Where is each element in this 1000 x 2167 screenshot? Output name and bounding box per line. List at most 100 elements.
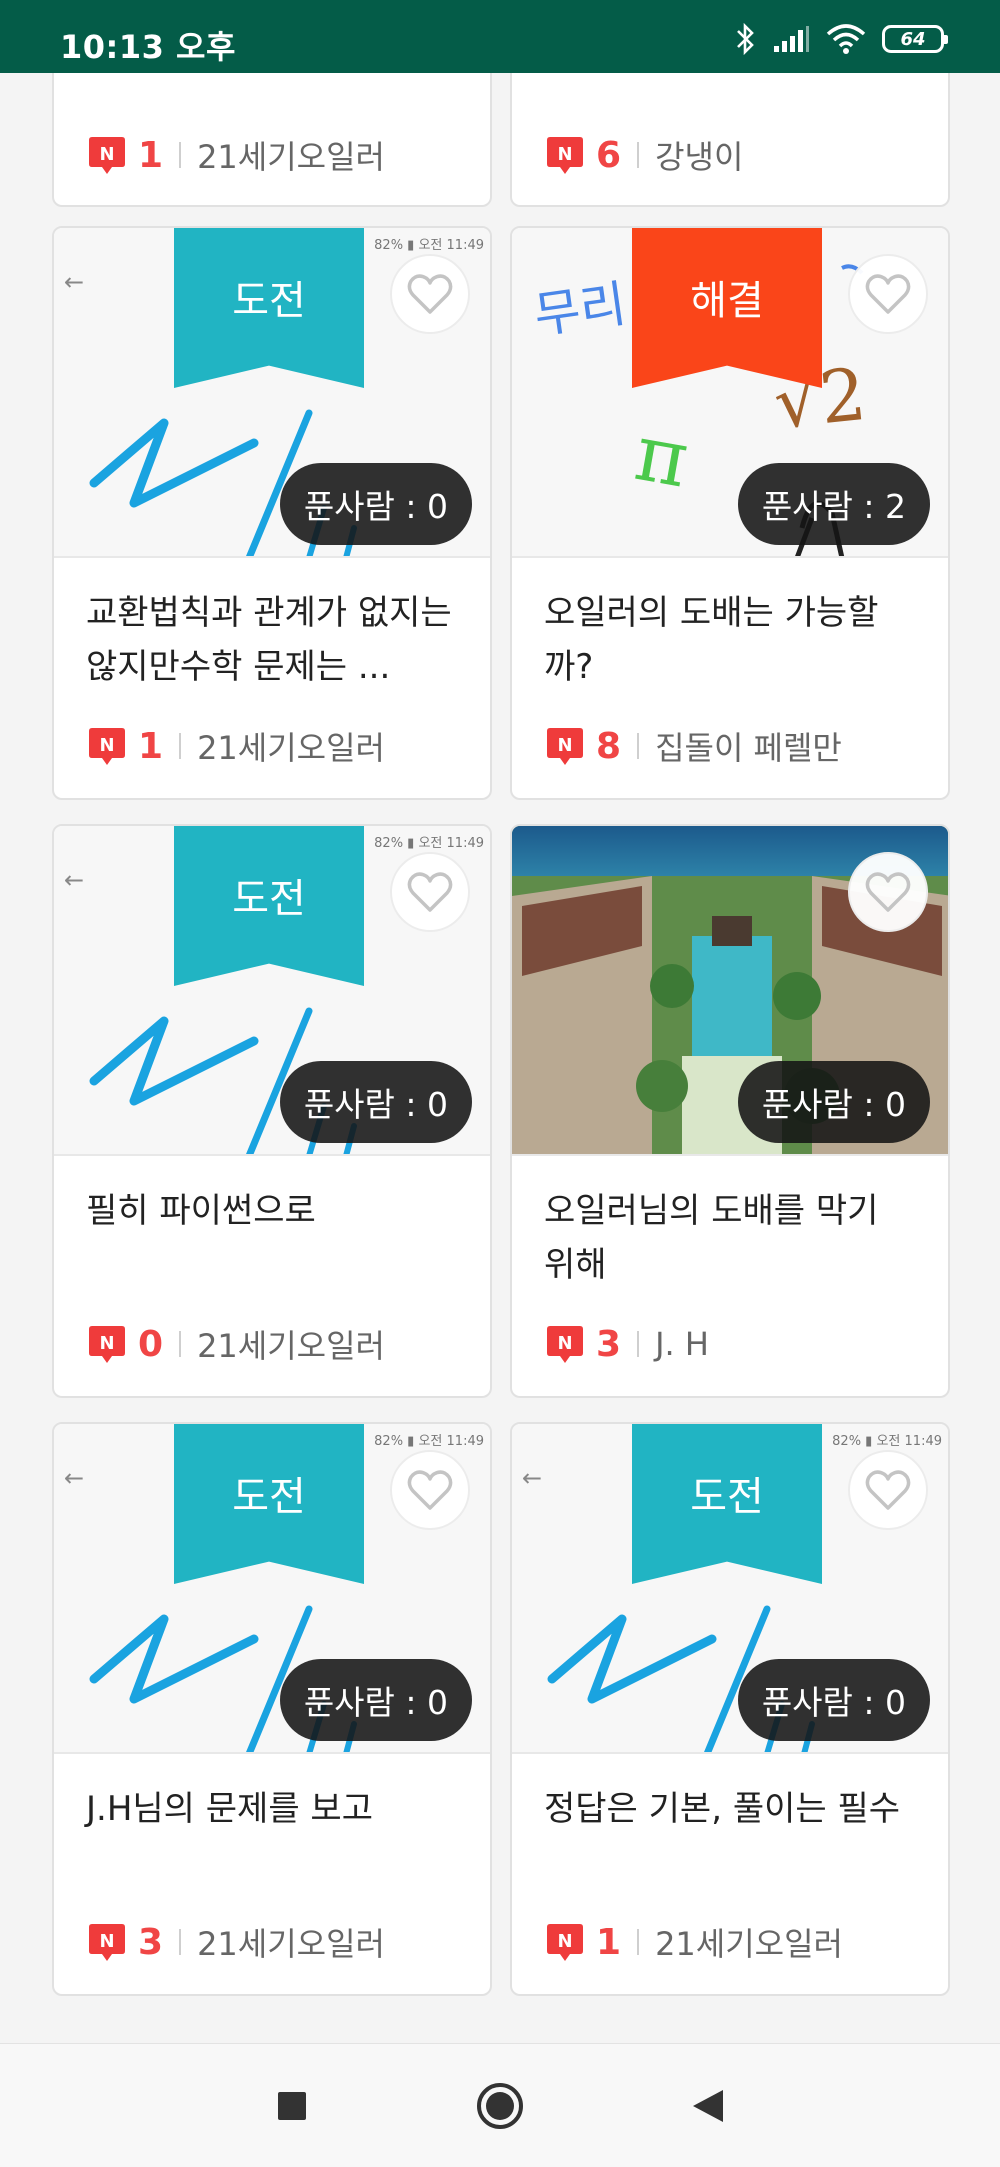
wifi-icon: [826, 24, 866, 54]
comment-count: 3: [138, 1921, 164, 1963]
divider: [637, 1929, 640, 1955]
card-meta: N 1 21세기오일러: [86, 722, 385, 770]
heart-button[interactable]: [848, 852, 928, 932]
solved-ribbon: 해결: [632, 228, 822, 388]
signal-icon: [774, 26, 809, 52]
card-meta: N 3 J. H: [544, 1320, 709, 1368]
post-thumbnail[interactable]: 82% ▮ 오전 11:49 ← 도전 푼사람 : 0: [512, 1424, 948, 1754]
challenge-ribbon: 도전: [174, 826, 364, 986]
challenge-ribbon: 도전: [174, 1424, 364, 1584]
comment-count: 1: [138, 134, 164, 176]
solver-count-badge: 푼사람 : 0: [279, 463, 472, 545]
svg-text:N: N: [99, 144, 114, 165]
divider: [179, 1331, 182, 1357]
svg-text:N: N: [99, 1931, 114, 1952]
author-name[interactable]: J. H: [655, 1325, 709, 1363]
status-icons: 64: [734, 22, 948, 56]
new-badge-icon: N: [544, 1921, 586, 1963]
post-thumbnail[interactable]: 82% ▮ 오전 11:49 ← 도전 푼사람 : 0: [54, 1424, 490, 1754]
solver-count-badge: 푼사람 : 0: [737, 1061, 930, 1143]
author-name[interactable]: 집돌이 페렐만: [655, 723, 842, 769]
new-badge-icon: N: [86, 134, 128, 176]
divider: [179, 142, 182, 168]
post-thumbnail[interactable]: 무리 π √2 해결 푼사람 : 2: [512, 228, 948, 558]
card-meta: N 0 21세기오일러: [86, 1320, 385, 1368]
author-name[interactable]: 21세기오일러: [197, 723, 385, 769]
post-card[interactable]: 82% ▮ 오전 11:49 ← 도전 푼사람 : 0 J.H님의 문제를 보고…: [52, 1422, 492, 1996]
heart-outline-icon: [407, 1470, 453, 1510]
new-badge-icon: N: [544, 134, 586, 176]
svg-text:N: N: [99, 735, 114, 756]
heart-button[interactable]: [390, 1450, 470, 1530]
divider: [179, 1929, 182, 1955]
system-nav-bar: [0, 2043, 1000, 2167]
post-thumbnail[interactable]: 82% ▮ 오전 11:49 ← 도전 푼사람 : 0: [54, 228, 490, 558]
card-meta: N 1 21세기오일러: [544, 1918, 843, 1966]
post-title[interactable]: 교환법칙과 관계가 없지는 않지만수학 문제는 ...: [54, 586, 490, 706]
heart-button[interactable]: [390, 852, 470, 932]
square-icon: [278, 2092, 306, 2120]
math-word: π: [629, 408, 695, 506]
post-thumbnail[interactable]: 82% ▮ 오전 11:49 ← 도전 푼사람 : 0: [54, 826, 490, 1156]
post-card[interactable]: 82% ▮ 오전 11:49 ← 도전 푼사람 : 0 교환법칙과 관계가 없지…: [52, 226, 492, 800]
post-title[interactable]: 오일러님의 도배를 막기 위해: [512, 1184, 948, 1304]
status-time: 10:13 오후: [60, 28, 236, 66]
recents-button[interactable]: [260, 2074, 324, 2138]
author-name[interactable]: 21세기오일러: [197, 1919, 385, 1965]
comment-count: 1: [138, 725, 164, 767]
svg-text:N: N: [557, 1931, 572, 1952]
svg-text:N: N: [557, 1333, 572, 1354]
heart-button[interactable]: [848, 254, 928, 334]
heart-outline-icon: [865, 872, 911, 912]
back-button[interactable]: [676, 2074, 740, 2138]
author-name[interactable]: 21세기오일러: [197, 132, 385, 178]
card-meta: N 1 21세기오일러: [86, 131, 385, 179]
divider: [637, 733, 640, 759]
solver-count-badge: 푼사람 : 0: [737, 1659, 930, 1741]
author-name[interactable]: 21세기오일러: [197, 1321, 385, 1367]
divider: [637, 1331, 640, 1357]
heart-outline-icon: [407, 872, 453, 912]
post-card[interactable]: 푼사람 : 0 오일러님의 도배를 막기 위해 N 3 J. H: [510, 824, 950, 1398]
comment-count: 6: [596, 134, 622, 176]
author-name[interactable]: 21세기오일러: [655, 1919, 843, 1965]
math-word: 무리: [531, 275, 630, 345]
post-title[interactable]: J.H님의 문제를 보고: [54, 1782, 490, 1902]
battery-icon: 64: [882, 25, 948, 53]
new-badge-icon: N: [544, 725, 586, 767]
svg-text:N: N: [99, 1333, 114, 1354]
card-meta: N 6 강냉이: [544, 131, 743, 179]
post-card[interactable]: 82% ▮ 오전 11:49 ← 도전 푼사람 : 0 필히 파이썬으로 N 0…: [52, 824, 492, 1398]
heart-outline-icon: [865, 1470, 911, 1510]
heart-button[interactable]: [848, 1450, 928, 1530]
heart-outline-icon: [407, 274, 453, 314]
post-title[interactable]: 오일러의 도배는 가능할까?: [512, 586, 948, 706]
post-card[interactable]: N 6 강냉이: [510, 73, 950, 207]
new-badge-icon: N: [86, 1323, 128, 1365]
comment-count: 0: [138, 1323, 164, 1365]
new-badge-icon: N: [86, 725, 128, 767]
comment-count: 1: [596, 1921, 622, 1963]
post-card[interactable]: 무리 π √2 해결 푼사람 : 2 오일러의 도배는 가능할까? N 8 집돌…: [510, 226, 950, 800]
new-badge-icon: N: [86, 1921, 128, 1963]
card-meta: N 3 21세기오일러: [86, 1918, 385, 1966]
svg-text:N: N: [557, 144, 572, 165]
post-thumbnail[interactable]: 푼사람 : 0: [512, 826, 948, 1156]
post-card[interactable]: 82% ▮ 오전 11:49 ← 도전 푼사람 : 0 정답은 기본, 풀이는 …: [510, 1422, 950, 1996]
post-title[interactable]: 필히 파이썬으로: [54, 1184, 490, 1304]
heart-button[interactable]: [390, 254, 470, 334]
author-name[interactable]: 강냉이: [655, 132, 743, 178]
post-card[interactable]: N 1 21세기오일러: [52, 73, 492, 207]
home-button[interactable]: [468, 2074, 532, 2138]
solver-count-badge: 푼사람 : 0: [279, 1659, 472, 1741]
triangle-back-icon: [693, 2090, 723, 2122]
solver-count-badge: 푼사람 : 0: [279, 1061, 472, 1143]
post-feed[interactable]: N 1 21세기오일러 N 6 강냉이 82% ▮ 오전 11:49 ← 도전 …: [0, 73, 1000, 2043]
status-bar: 10:13 오후 64: [0, 0, 1000, 73]
comment-count: 8: [596, 725, 622, 767]
challenge-ribbon: 도전: [174, 228, 364, 388]
circle-icon: [477, 2083, 523, 2129]
post-title[interactable]: 정답은 기본, 풀이는 필수: [512, 1782, 948, 1902]
bluetooth-icon: [737, 22, 754, 56]
challenge-ribbon: 도전: [632, 1424, 822, 1584]
